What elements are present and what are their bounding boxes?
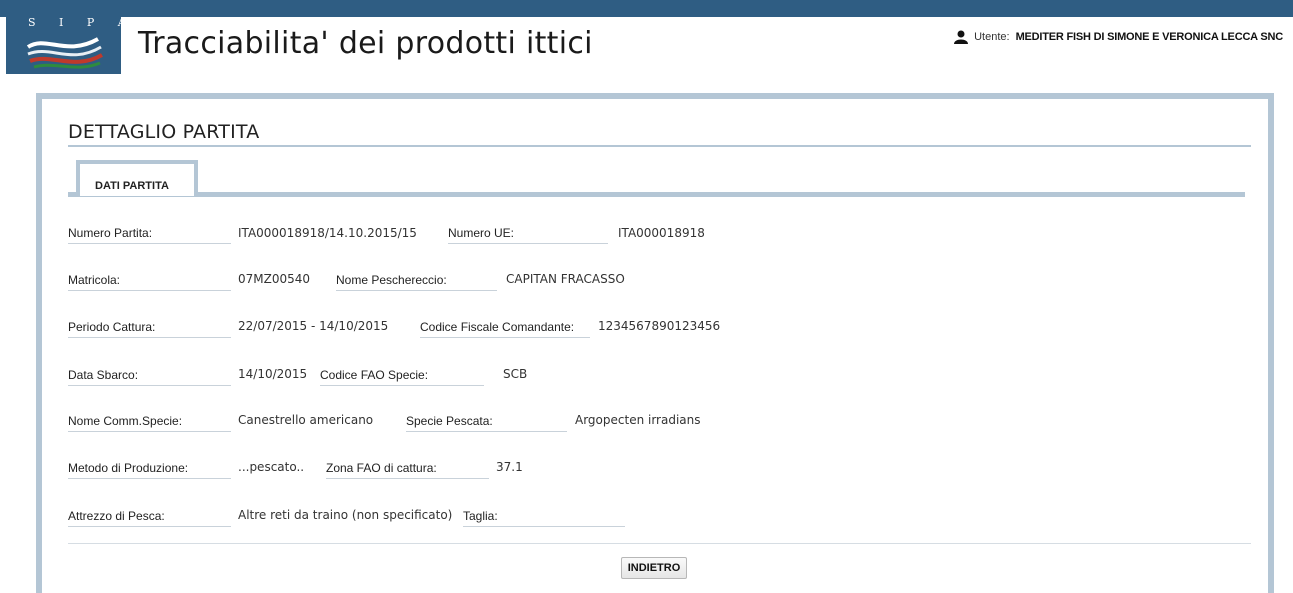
attrezzo-pesca-value: Altre reti da traino (non specificato) xyxy=(238,508,453,522)
codice-fiscale-label: Codice Fiscale Comandante: xyxy=(420,320,590,338)
attrezzo-pesca-label: Attrezzo di Pesca: xyxy=(68,509,231,527)
bottom-divider xyxy=(68,543,1251,544)
metodo-produzione-label: Metodo di Produzione: xyxy=(68,461,231,479)
zona-fao-label: Zona FAO di cattura: xyxy=(326,461,489,479)
codice-fao-value: SCB xyxy=(503,367,528,381)
tab-divider xyxy=(68,192,1245,197)
codice-fiscale-value: 1234567890123456 xyxy=(598,319,721,333)
logo-waves-icon xyxy=(26,37,103,69)
periodo-cattura-label: Periodo Cattura: xyxy=(68,320,231,338)
app-title: Tracciabilita' dei prodotti ittici xyxy=(138,26,593,61)
numero-ue-label: Numero UE: xyxy=(448,226,608,244)
specie-pescata-value: Argopecten irradians xyxy=(575,413,701,427)
nome-comm-label: Nome Comm.Specie: xyxy=(68,414,231,432)
matricola-label: Matricola: xyxy=(68,273,231,291)
back-button[interactable]: INDIETRO xyxy=(621,557,687,579)
user-name: MEDITER FISH DI SIMONE E VERONICA LECCA … xyxy=(1015,31,1284,43)
top-bar xyxy=(0,0,1293,17)
user-info: Utente: MEDITER FISH DI SIMONE E VERONIC… xyxy=(954,30,1283,44)
tab-label: DATI PARTITA xyxy=(95,180,169,192)
metodo-produzione-value: ...pescato.. xyxy=(238,460,305,474)
specie-pescata-label: Specie Pescata: xyxy=(406,414,567,432)
nome-peschereccio-label: Nome Peschereccio: xyxy=(336,273,497,291)
nome-peschereccio-value: CAPITAN FRACASSO xyxy=(506,272,625,286)
numero-ue-value: ITA000018918 xyxy=(618,226,705,240)
codice-fao-label: Codice FAO Specie: xyxy=(320,368,484,386)
user-icon xyxy=(954,30,969,44)
data-sbarco-value: 14/10/2015 xyxy=(238,367,308,381)
section-title: DETTAGLIO PARTITA xyxy=(68,121,260,143)
data-sbarco-label: Data Sbarco: xyxy=(68,368,231,386)
title-divider xyxy=(68,145,1251,147)
numero-partita-value: ITA000018918/14.10.2015/15 xyxy=(238,226,417,240)
zona-fao-value: 37.1 xyxy=(496,460,523,474)
taglia-label: Taglia: xyxy=(463,509,625,527)
user-label: Utente: xyxy=(974,31,1010,43)
tab-dati-partita[interactable]: DATI PARTITA xyxy=(76,160,198,196)
numero-partita-label: Numero Partita: xyxy=(68,226,231,244)
nome-comm-value: Canestrello americano xyxy=(238,413,374,427)
sipa-logo: S I P A xyxy=(6,17,126,74)
matricola-value: 07MZ00540 xyxy=(238,272,311,286)
periodo-cattura-value: 22/07/2015 - 14/10/2015 xyxy=(238,319,389,333)
